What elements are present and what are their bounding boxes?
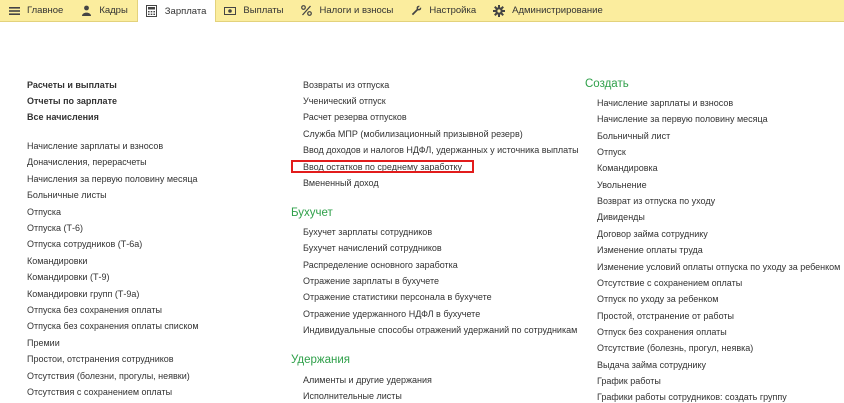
link-unpaid-leave-list[interactable]: Отпуска без сохранения оплаты списком xyxy=(27,321,199,332)
percent-icon xyxy=(301,5,313,17)
create-pay-change[interactable]: Изменение оплаты труда xyxy=(597,245,703,256)
link-bonuses[interactable]: Премии xyxy=(27,338,60,349)
create-sick-leave[interactable]: Больничный лист xyxy=(597,131,670,142)
link-main-earnings-distribution[interactable]: Распределение основного заработка xyxy=(303,260,458,271)
link-group-trips-t9a[interactable]: Командировки групп (Т-9а) xyxy=(27,289,139,300)
create-downtime[interactable]: Простой, отстранение от работы xyxy=(597,311,734,322)
link-study-leave[interactable]: Ученический отпуск xyxy=(303,96,386,107)
tab-staff[interactable]: Кадры xyxy=(72,0,136,21)
section-title-accounting: Бухучет xyxy=(291,207,333,219)
tab-label: Выплаты xyxy=(243,5,284,16)
tab-label: Зарплата xyxy=(164,5,207,17)
link-writs[interactable]: Исполнительные листы xyxy=(303,391,402,402)
create-childcare-leave[interactable]: Отпуск по уходу за ребенком xyxy=(597,294,718,305)
create-loan-agreement[interactable]: Договор займа сотруднику xyxy=(597,229,708,240)
link-absences[interactable]: Отсутствия (болезни, прогулы, неявки) xyxy=(27,371,190,382)
link-salary-accounting[interactable]: Бухучет зарплаты сотрудников xyxy=(303,227,432,238)
hamburger-icon xyxy=(8,5,20,17)
create-unpaid-leave[interactable]: Отпуск без сохранения оплаты xyxy=(597,327,727,338)
link-business-trips[interactable]: Командировки xyxy=(27,256,87,267)
tab-label: Настройка xyxy=(429,5,477,16)
link-accruals-accounting[interactable]: Бухучет начислений сотрудников xyxy=(303,243,442,254)
create-loan-issue[interactable]: Выдача займа сотруднику xyxy=(597,360,706,371)
link-salary-accrual[interactable]: Начисление зарплаты и взносов xyxy=(27,141,163,152)
section-title-create: Создать xyxy=(585,78,629,90)
link-staff-stats-reflection[interactable]: Отражение статистики персонала в бухучет… xyxy=(303,292,492,303)
create-childcare-pay-change[interactable]: Изменение условий оплаты отпуска по уход… xyxy=(597,262,840,273)
tab-payments[interactable]: Выплаты xyxy=(216,0,292,21)
link-alimony[interactable]: Алименты и другие удержания xyxy=(303,375,432,386)
link-vacation-reserve[interactable]: Расчет резерва отпусков xyxy=(303,112,407,123)
create-first-half-accrual[interactable]: Начисление за первую половину месяца xyxy=(597,114,768,125)
gear-icon xyxy=(493,4,506,17)
tab-settings[interactable]: Настройка xyxy=(402,0,485,21)
create-dismissal[interactable]: Увольнение xyxy=(597,180,647,191)
link-vacations[interactable]: Отпуска xyxy=(27,207,61,218)
link-first-half-accruals[interactable]: Начисления за первую половину месяца xyxy=(27,174,198,185)
link-individual-deduction-methods[interactable]: Индивидуальные способы отражений удержан… xyxy=(303,325,577,336)
create-schedule-group[interactable]: Графики работы сотрудников: создать груп… xyxy=(597,392,787,403)
tab-administration[interactable]: Администрирование xyxy=(485,0,612,21)
create-business-trip[interactable]: Командировка xyxy=(597,163,658,174)
link-vacations-t6[interactable]: Отпуска (Т-6) xyxy=(27,223,83,234)
tab-label: Налоги и взносы xyxy=(319,5,394,16)
top-section-bar: Главное Кадры Зарплата Выплаты Налоги и … xyxy=(0,0,844,22)
tab-label: Администрирование xyxy=(512,5,603,16)
link-additional-accruals[interactable]: Доначисления, перерасчеты xyxy=(27,157,147,168)
link-salary-reflection[interactable]: Отражение зарплаты в бухучете xyxy=(303,276,439,287)
tab-label: Главное xyxy=(27,5,64,16)
link-unpaid-leave[interactable]: Отпуска без сохранения оплаты xyxy=(27,305,162,316)
create-vacation[interactable]: Отпуск xyxy=(597,147,626,158)
link-settlements-payments[interactable]: Расчеты и выплаты xyxy=(27,80,117,91)
create-paid-absence[interactable]: Отсутствие с сохранением оплаты xyxy=(597,278,742,289)
tab-taxes[interactable]: Налоги и взносы xyxy=(293,0,403,21)
link-ndfl-income-input[interactable]: Ввод доходов и налогов НДФЛ, удержанных … xyxy=(303,145,579,156)
create-absence[interactable]: Отсутствие (болезнь, прогул, неявка) xyxy=(597,343,753,354)
calculator-icon xyxy=(146,5,158,17)
link-ndfl-reflection[interactable]: Отражение удержанного НДФЛ в бухучете xyxy=(303,309,480,320)
create-work-schedule[interactable]: График работы xyxy=(597,376,661,387)
create-dividends[interactable]: Дивиденды xyxy=(597,212,645,223)
link-vacation-returns[interactable]: Возвраты из отпуска xyxy=(303,80,389,91)
person-icon xyxy=(80,5,92,17)
link-business-trips-t9[interactable]: Командировки (Т-9) xyxy=(27,272,109,283)
section-title-deductions: Удержания xyxy=(291,354,350,366)
cash-icon xyxy=(224,5,237,17)
link-imputed-income[interactable]: Вмененный доход xyxy=(303,178,379,189)
tab-main[interactable]: Главное xyxy=(0,0,72,21)
wrench-icon xyxy=(410,5,422,17)
link-paid-absences[interactable]: Отсутствия с сохранением оплаты xyxy=(27,387,172,398)
link-downtime[interactable]: Простои, отстранения сотрудников xyxy=(27,354,174,365)
link-vacations-t6a[interactable]: Отпуска сотрудников (Т-6а) xyxy=(27,239,142,250)
link-salary-reports[interactable]: Отчеты по зарплате xyxy=(27,96,117,107)
highlight-frame xyxy=(291,160,474,173)
create-salary-accrual[interactable]: Начисление зарплаты и взносов xyxy=(597,98,733,109)
link-sick-leaves[interactable]: Больничные листы xyxy=(27,190,107,201)
link-mpr-service[interactable]: Служба МПР (мобилизационный призывной ре… xyxy=(303,129,523,140)
tab-label: Кадры xyxy=(99,5,128,16)
tab-salary[interactable]: Зарплата xyxy=(136,0,217,22)
create-childcare-return[interactable]: Возврат из отпуска по уходу xyxy=(597,196,715,207)
link-all-accruals[interactable]: Все начисления xyxy=(27,112,99,123)
